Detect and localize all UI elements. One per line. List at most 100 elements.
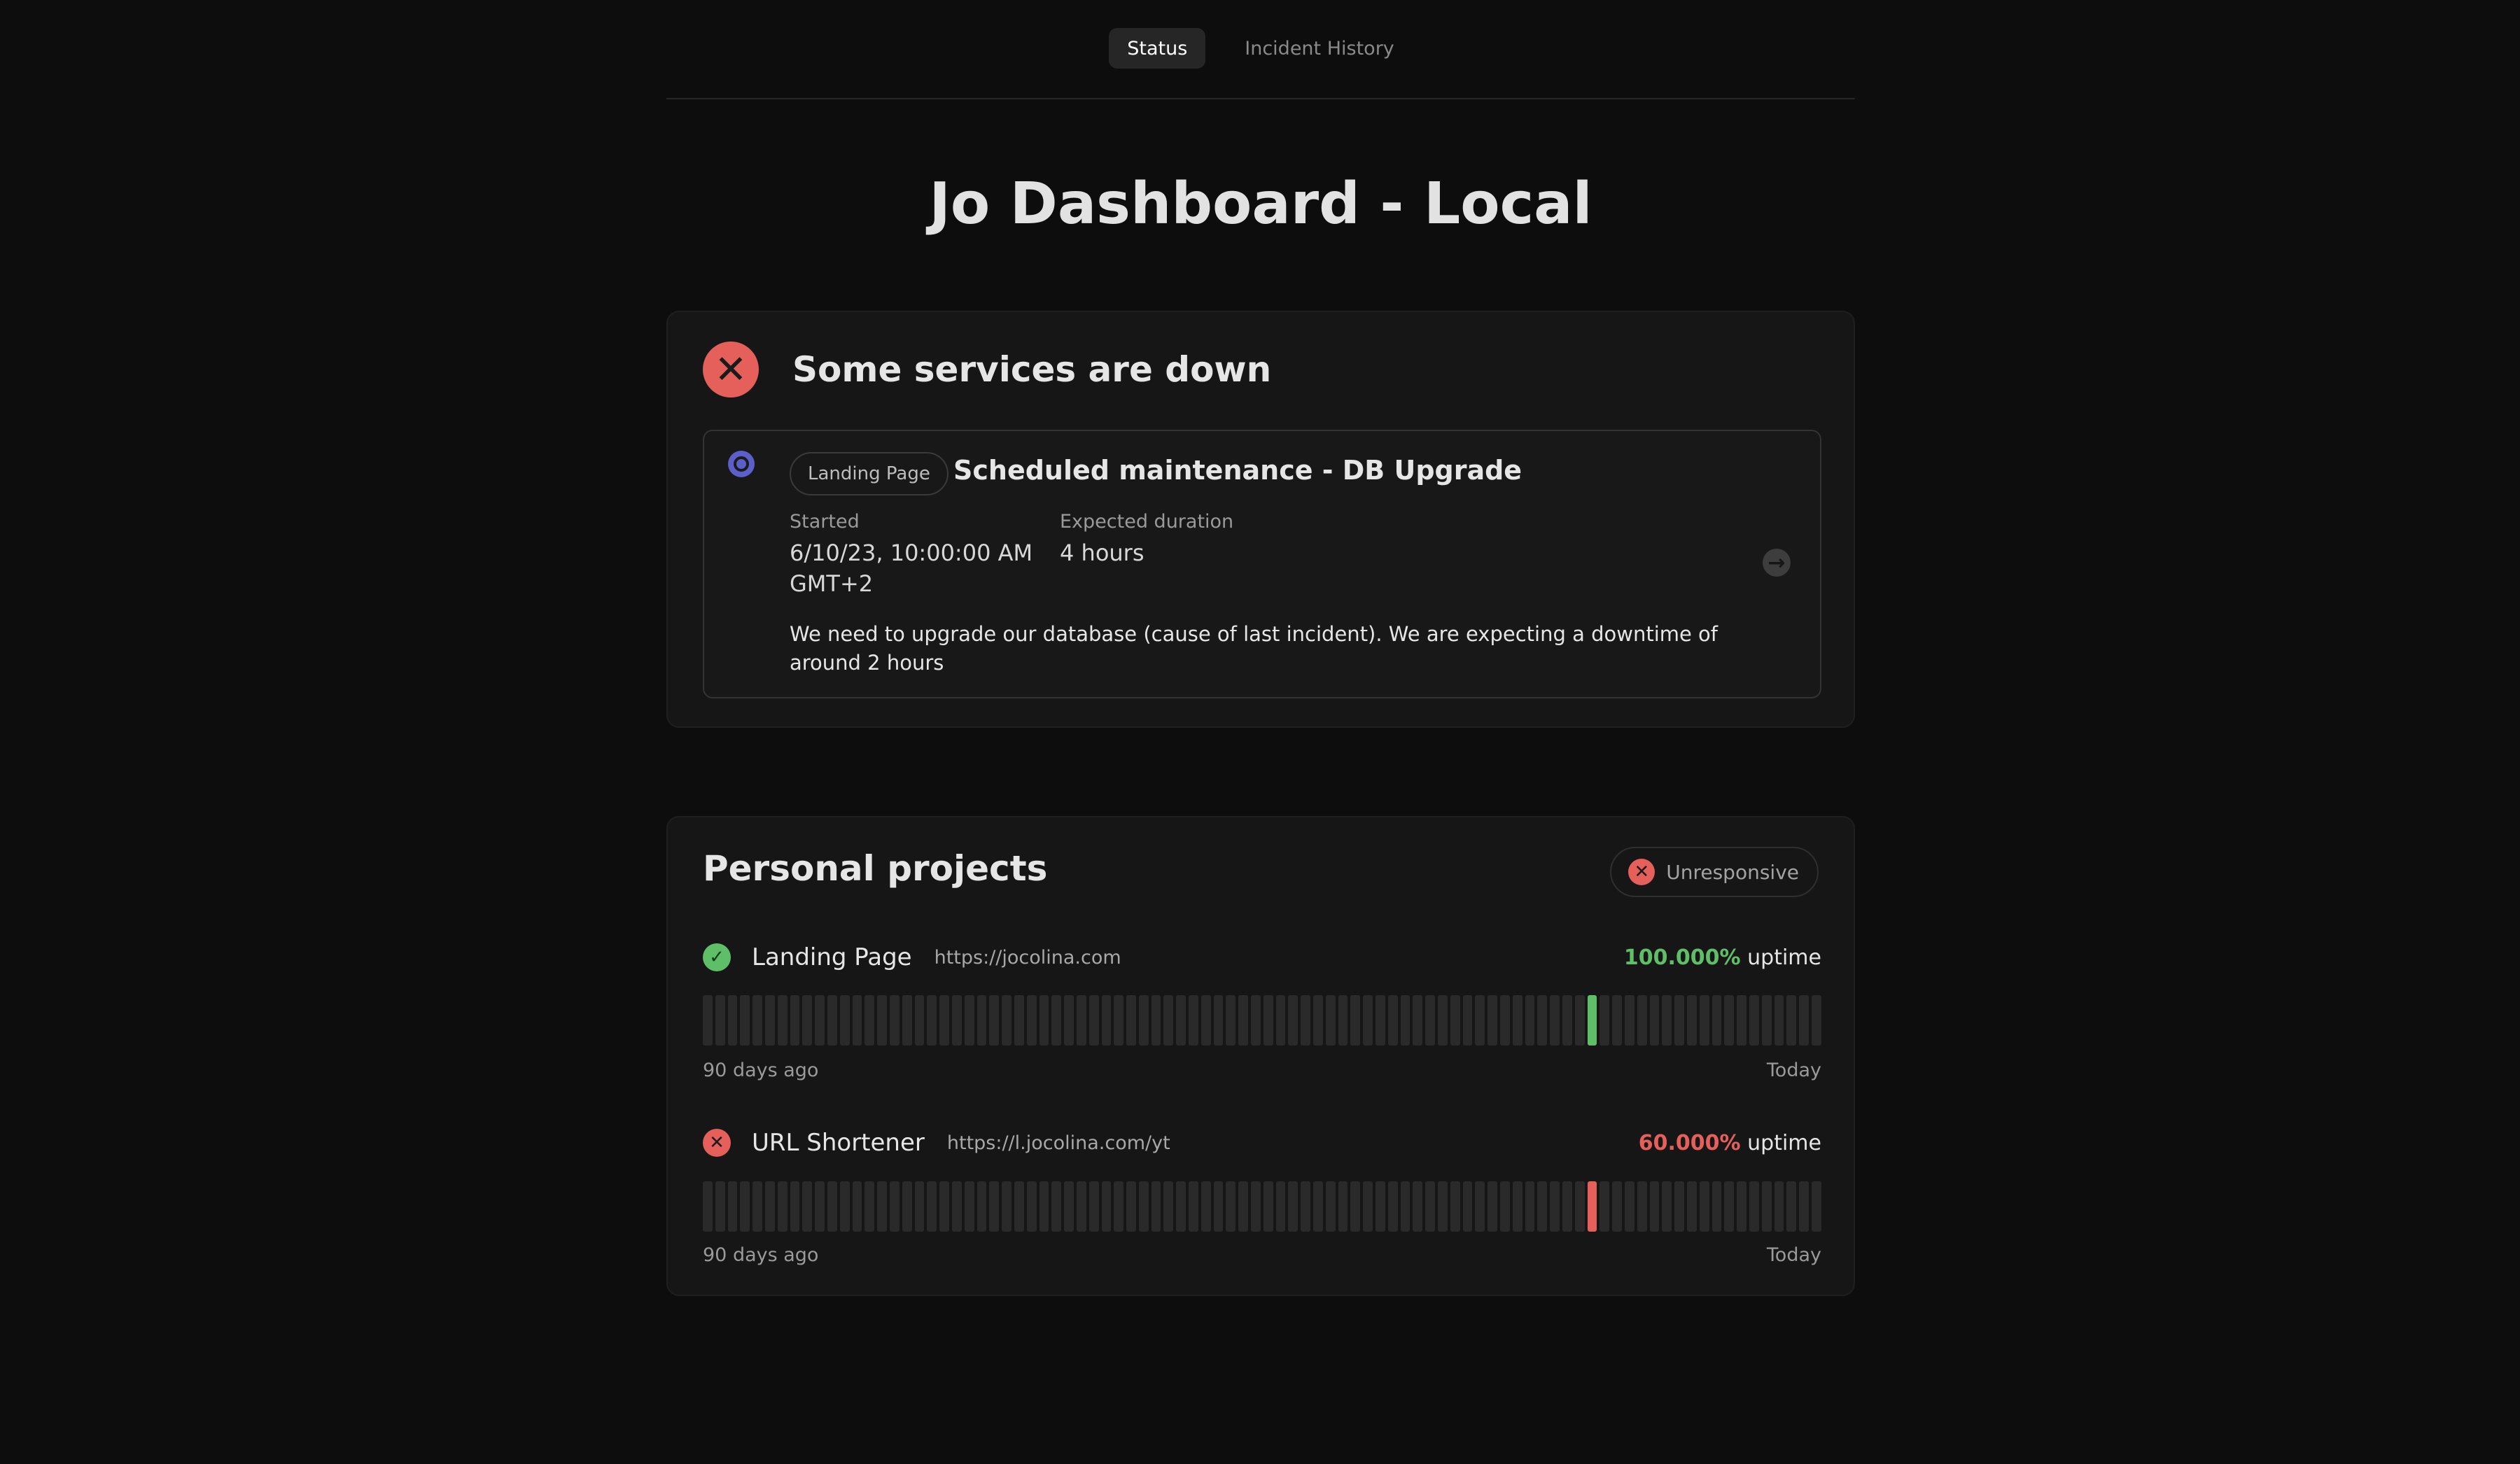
uptime-day-bar[interactable] (1525, 1181, 1535, 1232)
uptime-day-bar[interactable] (1624, 995, 1634, 1046)
uptime-day-bar[interactable] (715, 995, 725, 1046)
uptime-day-bar[interactable] (764, 1181, 775, 1232)
uptime-day-bar[interactable] (1712, 995, 1722, 1046)
uptime-day-bar[interactable] (1662, 995, 1672, 1046)
uptime-day-bar[interactable] (852, 1181, 862, 1232)
uptime-day-bar[interactable] (1101, 995, 1112, 1046)
uptime-day-bar[interactable] (1488, 995, 1497, 1046)
uptime-day-bar[interactable] (1051, 995, 1062, 1046)
uptime-day-bar[interactable] (1637, 995, 1647, 1046)
uptime-day-bar[interactable] (976, 995, 987, 1046)
uptime-day-bar[interactable] (727, 995, 738, 1046)
uptime-day-bar[interactable] (1238, 1181, 1249, 1232)
uptime-day-bar[interactable] (1438, 1181, 1448, 1232)
uptime-day-bar[interactable] (1574, 995, 1585, 1046)
uptime-day-bar[interactable] (1587, 1181, 1597, 1232)
uptime-day-bar[interactable] (889, 1181, 899, 1232)
uptime-day-bar[interactable] (1189, 995, 1198, 1046)
uptime-day-bar[interactable] (1088, 995, 1099, 1046)
uptime-day-bar[interactable] (1425, 1181, 1436, 1232)
uptime-day-bar[interactable] (989, 1181, 1000, 1232)
uptime-day-bar[interactable] (1400, 995, 1410, 1046)
uptime-day-bar[interactable] (1699, 1181, 1709, 1232)
uptime-day-bar[interactable] (1799, 995, 1809, 1046)
uptime-day-bar[interactable] (1786, 1181, 1797, 1232)
uptime-day-bar[interactable] (1064, 995, 1074, 1046)
uptime-day-bar[interactable] (1338, 995, 1348, 1046)
uptime-day-bar[interactable] (1512, 995, 1522, 1046)
uptime-day-bar[interactable] (1587, 995, 1597, 1046)
uptime-day-bar[interactable] (1325, 1181, 1336, 1232)
uptime-day-bar[interactable] (1624, 1181, 1634, 1232)
uptime-day-bar[interactable] (1600, 1181, 1610, 1232)
uptime-day-bar[interactable] (1226, 995, 1236, 1046)
uptime-day-bar[interactable] (703, 1181, 713, 1232)
uptime-day-bar[interactable] (1039, 1181, 1049, 1232)
uptime-day-bar[interactable] (1263, 995, 1273, 1046)
uptime-day-bar[interactable] (1251, 995, 1261, 1046)
uptime-day-bar[interactable] (1724, 1181, 1735, 1232)
uptime-day-bar[interactable] (1699, 995, 1709, 1046)
uptime-day-bar[interactable] (852, 995, 862, 1046)
uptime-day-bar[interactable] (777, 995, 788, 1046)
service-url[interactable]: https://jocolina.com (934, 947, 1121, 969)
uptime-day-bar[interactable] (1138, 995, 1149, 1046)
uptime-day-bar[interactable] (1674, 1181, 1684, 1232)
uptime-day-bar[interactable] (1226, 1181, 1236, 1232)
uptime-day-bar[interactable] (1387, 1181, 1398, 1232)
uptime-day-bar[interactable] (1088, 1181, 1099, 1232)
uptime-day-bar[interactable] (1350, 1181, 1361, 1232)
uptime-day-bar[interactable] (1749, 1181, 1759, 1232)
uptime-day-bar[interactable] (802, 995, 813, 1046)
uptime-day-bar[interactable] (764, 995, 775, 1046)
uptime-day-bar[interactable] (1786, 995, 1797, 1046)
uptime-day-bar[interactable] (1376, 1181, 1385, 1232)
uptime-day-bar[interactable] (1749, 995, 1759, 1046)
uptime-day-bar[interactable] (740, 1181, 750, 1232)
uptime-day-bar[interactable] (1189, 1181, 1198, 1232)
uptime-day-bar[interactable] (1400, 1181, 1410, 1232)
uptime-day-bar[interactable] (864, 995, 875, 1046)
uptime-day-bar[interactable] (1114, 1181, 1124, 1232)
uptime-day-bar[interactable] (1662, 1181, 1672, 1232)
uptime-day-bar[interactable] (1301, 1181, 1311, 1232)
service-url[interactable]: https://l.jocolina.com/yt (947, 1132, 1170, 1154)
uptime-day-bar[interactable] (1686, 995, 1697, 1046)
uptime-day-bar[interactable] (1450, 995, 1460, 1046)
uptime-day-bar[interactable] (1126, 995, 1136, 1046)
uptime-day-bar[interactable] (1002, 995, 1011, 1046)
uptime-day-bar[interactable] (1376, 995, 1385, 1046)
uptime-day-bar[interactable] (1101, 1181, 1112, 1232)
uptime-day-bar[interactable] (1263, 1181, 1273, 1232)
uptime-day-bar[interactable] (815, 995, 825, 1046)
uptime-day-bar[interactable] (752, 995, 762, 1046)
uptime-day-bar[interactable] (864, 1181, 875, 1232)
uptime-day-bar[interactable] (1686, 1181, 1697, 1232)
uptime-day-bar[interactable] (1126, 1181, 1136, 1232)
uptime-day-bar[interactable] (1525, 995, 1535, 1046)
uptime-day-bar[interactable] (1462, 995, 1473, 1046)
uptime-day-bar[interactable] (1163, 995, 1174, 1046)
uptime-day-bar[interactable] (703, 995, 713, 1046)
uptime-day-bar[interactable] (1176, 1181, 1186, 1232)
uptime-day-bar[interactable] (1475, 995, 1485, 1046)
uptime-day-bar[interactable] (1387, 995, 1398, 1046)
uptime-day-bar[interactable] (740, 995, 750, 1046)
uptime-day-bar[interactable] (1176, 995, 1186, 1046)
uptime-day-bar[interactable] (1275, 1181, 1286, 1232)
uptime-day-bar[interactable] (1500, 995, 1510, 1046)
uptime-day-bar[interactable] (1811, 995, 1821, 1046)
uptime-day-bar[interactable] (1674, 995, 1684, 1046)
uptime-day-bar[interactable] (1288, 1181, 1298, 1232)
uptime-day-bar[interactable] (1500, 1181, 1510, 1232)
uptime-day-bar[interactable] (1600, 995, 1610, 1046)
uptime-day-bar[interactable] (914, 995, 925, 1046)
uptime-day-bar[interactable] (1649, 995, 1660, 1046)
uptime-day-bar[interactable] (790, 1181, 800, 1232)
uptime-day-bar[interactable] (1275, 995, 1286, 1046)
uptime-day-bar[interactable] (1774, 995, 1784, 1046)
uptime-day-bar[interactable] (1114, 995, 1124, 1046)
uptime-day-bar[interactable] (777, 1181, 788, 1232)
uptime-day-bar[interactable] (1550, 1181, 1560, 1232)
uptime-day-bar[interactable] (914, 1181, 925, 1232)
